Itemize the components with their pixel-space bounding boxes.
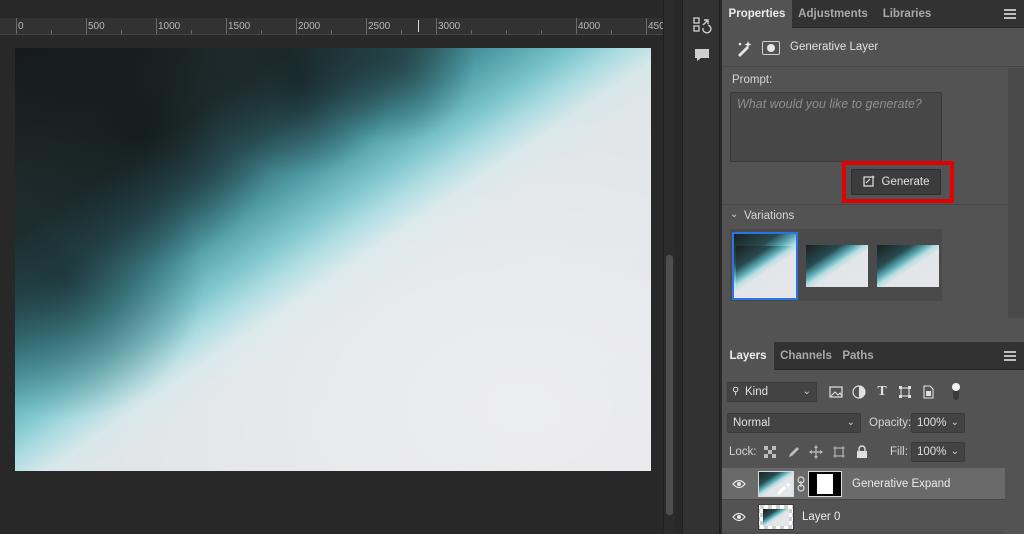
shape-filter-icon[interactable] <box>897 384 913 400</box>
history-icon[interactable] <box>689 12 715 38</box>
ruler-label-3000: 3000 <box>438 21 461 32</box>
fill-field[interactable]: 100% ⌄ <box>911 442 965 462</box>
fill-label: Fill: <box>890 446 908 458</box>
layer-thumbnail-image <box>763 509 789 526</box>
right-panel-group: Properties Adjustments Libraries Generat… <box>722 0 1024 534</box>
chevron-down-icon: ⌄ <box>846 417 855 428</box>
mask-icon <box>762 41 780 55</box>
generate-button-label: Generate <box>881 176 930 188</box>
generative-layer-icon <box>734 39 754 59</box>
comments-icon[interactable] <box>689 42 715 68</box>
blend-mode-value: Normal <box>733 417 771 429</box>
prompt-input[interactable] <box>730 92 942 162</box>
variation-thumb-3[interactable] <box>877 245 939 287</box>
layer-name: Generative Expand <box>852 478 951 490</box>
filter-toggle[interactable] <box>950 380 962 402</box>
ruler-label-4500: 450 <box>648 21 663 32</box>
chevron-down-icon[interactable]: ⌄ <box>730 209 738 220</box>
ruler-label-2500: 2500 <box>368 21 391 32</box>
canvas-vertical-scrollbar[interactable] <box>663 0 675 534</box>
chevron-down-icon: ⌄ <box>950 446 959 457</box>
properties-body: Prompt: Generate ⌄ Variations <box>722 68 1024 340</box>
tab-layers[interactable]: Layers <box>722 342 774 370</box>
ruler-label-1500: 1500 <box>228 21 251 32</box>
layer-thumbnail <box>758 504 794 530</box>
properties-tabbar: Properties Adjustments Libraries <box>722 0 1024 28</box>
tab-libraries[interactable]: Libraries <box>874 0 940 28</box>
scrollbar-thumb[interactable] <box>666 255 673 515</box>
panel-dock-strip <box>682 0 720 534</box>
smart-object-filter-icon[interactable] <box>920 384 936 400</box>
generate-button[interactable]: Generate <box>851 169 941 195</box>
ruler-label-4000: 4000 <box>578 21 601 32</box>
lock-artboard-icon[interactable] <box>831 444 847 460</box>
ruler-label-500: 500 <box>88 21 105 32</box>
opacity-value: 100% <box>917 417 947 429</box>
tab-properties[interactable]: Properties <box>722 0 792 28</box>
lock-pixels-icon[interactable] <box>786 444 802 460</box>
generative-badge-icon <box>775 481 793 495</box>
lock-label: Lock: <box>729 446 757 458</box>
ruler-label-2000: 2000 <box>298 21 321 32</box>
pixel-layer-filter-icon[interactable] <box>828 384 844 400</box>
layer-row-generative-expand[interactable]: Generative Expand <box>722 468 1005 500</box>
tab-channels[interactable]: Channels <box>774 342 838 370</box>
chevron-down-icon: ⌄ <box>950 417 959 428</box>
search-icon: ⚲ <box>732 386 740 397</box>
type-filter-icon[interactable]: T <box>874 384 890 400</box>
properties-header: Generative Layer <box>722 29 1024 67</box>
adjustment-filter-icon[interactable] <box>851 384 867 400</box>
generate-icon <box>862 174 876 190</box>
layers-tabbar: Layers Channels Paths <box>722 342 1024 370</box>
variation-thumb-1[interactable] <box>732 232 798 300</box>
variation-thumb-1-image <box>736 246 796 288</box>
blend-mode-select[interactable]: Normal ⌄ <box>727 413 861 433</box>
tab-adjustments[interactable]: Adjustments <box>792 0 874 28</box>
tab-paths[interactable]: Paths <box>838 342 878 370</box>
lock-position-icon[interactable] <box>808 444 824 460</box>
kind-filter-value: Kind <box>745 386 769 398</box>
panel-menu-icon[interactable] <box>1004 9 1016 19</box>
lock-transparent-icon[interactable] <box>762 444 778 460</box>
opacity-label: Opacity: <box>869 417 912 429</box>
kind-filter-select[interactable]: ⚲ Kind ⌄ <box>727 382 817 402</box>
chevron-down-icon: ⌄ <box>802 386 811 397</box>
link-icon[interactable] <box>796 476 806 492</box>
properties-scrollbar[interactable] <box>1008 68 1024 318</box>
fill-value: 100% <box>917 446 947 458</box>
prompt-label: Prompt: <box>732 74 773 86</box>
opacity-field[interactable]: 100% ⌄ <box>911 413 965 433</box>
ruler-cursor-marker <box>418 20 419 32</box>
layer-mask-thumbnail[interactable] <box>808 471 842 497</box>
eye-icon[interactable] <box>732 478 746 490</box>
lock-all-icon[interactable] <box>854 444 870 460</box>
eye-icon[interactable] <box>732 511 746 523</box>
variation-thumb-2[interactable] <box>806 245 868 287</box>
layers-menu-icon[interactable] <box>1004 351 1016 361</box>
layer-type-label: Generative Layer <box>790 41 879 53</box>
ruler-label-0: 0 <box>18 21 24 32</box>
photoshop-window: 0 500 1000 1500 2000 2500 3000 4000 450 <box>0 0 1024 534</box>
layers-controls: ⚲ Kind ⌄ T Normal ⌄ Opacity: 100% ⌄ Lock… <box>722 371 1024 467</box>
variations-label: Variations <box>744 210 795 222</box>
horizontal-ruler: 0 500 1000 1500 2000 2500 3000 4000 450 <box>0 18 663 35</box>
layer-name: Layer 0 <box>802 511 841 523</box>
document-canvas[interactable] <box>0 36 663 534</box>
beach-aerial-photo[interactable] <box>15 48 651 471</box>
ruler-label-1000: 1000 <box>158 21 181 32</box>
rock-area <box>15 48 651 471</box>
layer-row-layer-0[interactable]: Layer 0 <box>722 501 1005 533</box>
